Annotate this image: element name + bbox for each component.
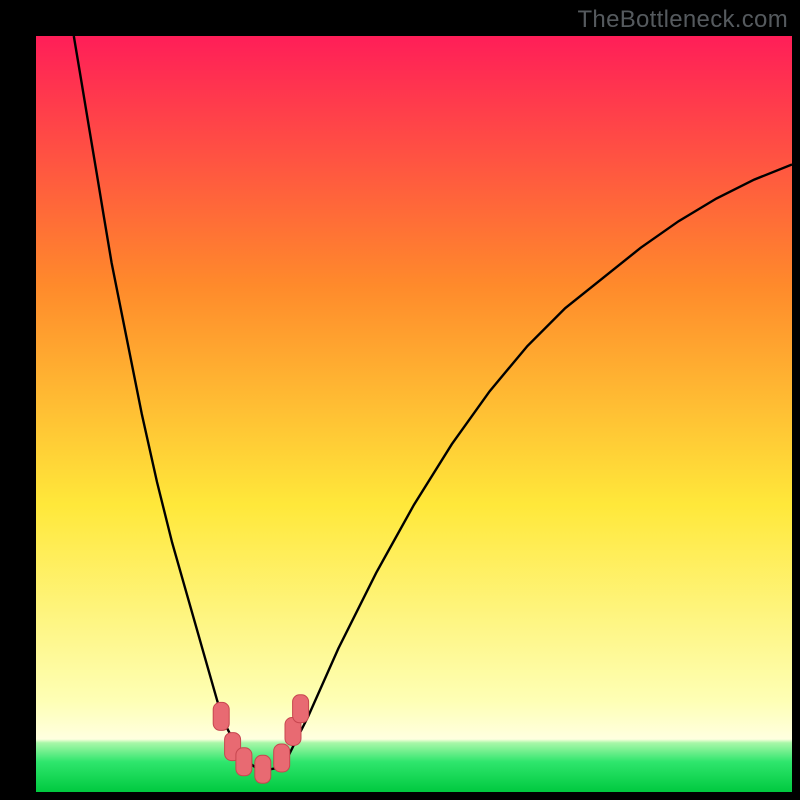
marker-point [213, 702, 229, 730]
marker-point [274, 744, 290, 772]
chart-frame: TheBottleneck.com [0, 0, 800, 800]
marker-point [236, 748, 252, 776]
watermark-text: TheBottleneck.com [577, 6, 788, 34]
marker-point [255, 755, 271, 783]
marker-point [293, 695, 309, 723]
bottleneck-chart [36, 36, 792, 792]
gradient-background [36, 36, 792, 792]
